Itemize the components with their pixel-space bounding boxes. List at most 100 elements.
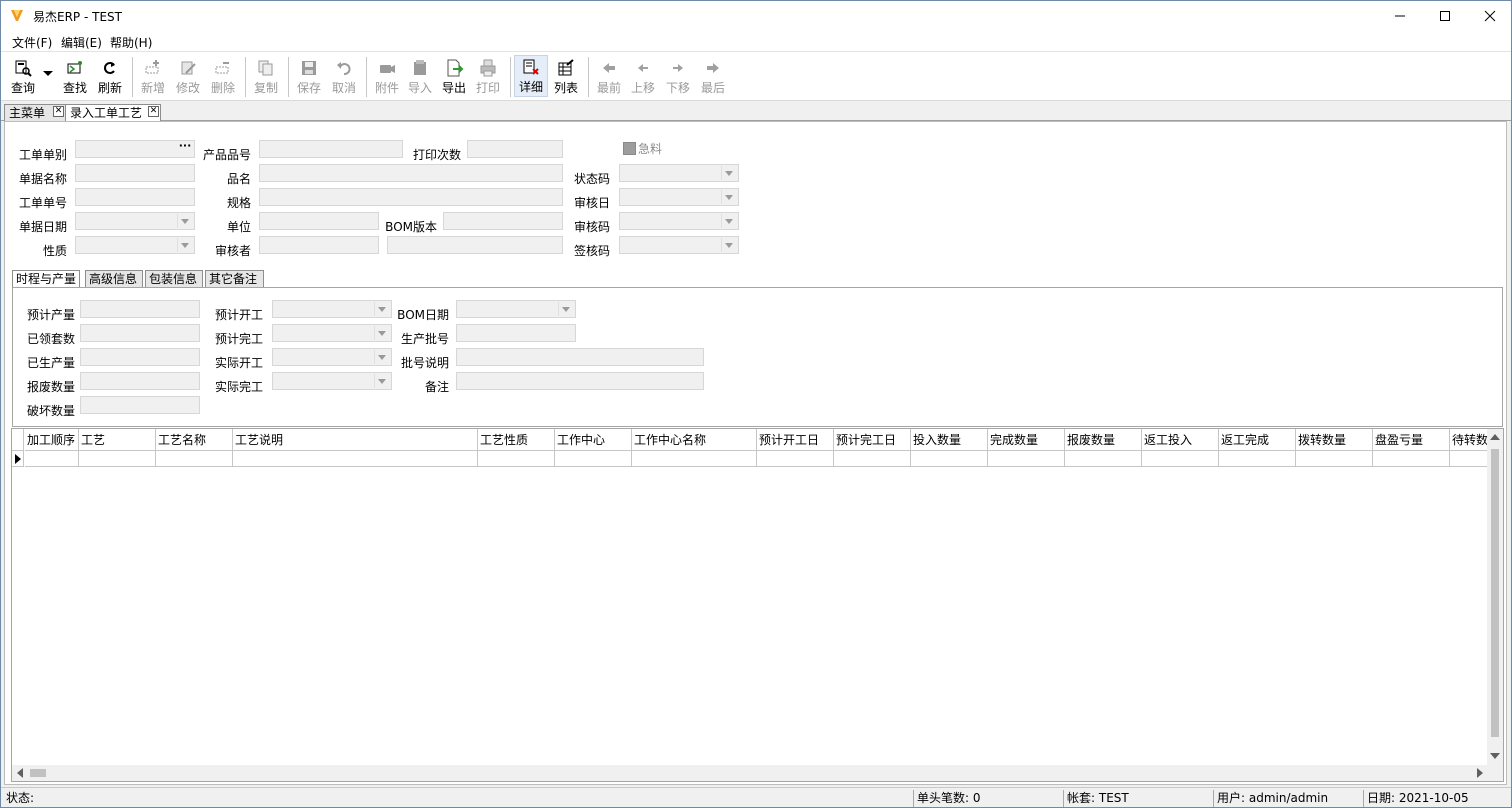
order-no-field[interactable] (75, 188, 195, 206)
vertical-scroll-thumb[interactable] (1491, 449, 1499, 737)
col-rework-in[interactable]: 返工投入 (1142, 429, 1219, 451)
nature-select[interactable] (75, 236, 195, 254)
product-name-field[interactable] (259, 164, 563, 182)
table-cell[interactable] (1065, 451, 1142, 467)
col-process[interactable]: 工艺 (79, 429, 156, 451)
delete-button[interactable]: 删除 (206, 57, 240, 99)
tab-entry[interactable]: 录入工单工艺 (65, 104, 161, 121)
table-cell[interactable] (988, 451, 1065, 467)
ellipsis-icon[interactable]: ··· (177, 140, 193, 156)
print-count-field[interactable] (467, 140, 563, 158)
table-cell[interactable] (1142, 451, 1219, 467)
copy-button[interactable]: 复制 (249, 57, 283, 99)
bom-date-select[interactable] (456, 300, 576, 318)
col-sequence[interactable]: 加工顺序 (25, 429, 79, 451)
col-work-center-name[interactable]: 工作中心名称 (632, 429, 757, 451)
last-record-button[interactable]: 最后 (696, 57, 730, 99)
print-button[interactable]: 打印 (471, 57, 505, 99)
col-planned-finish[interactable]: 预计完工日 (834, 429, 911, 451)
batch-desc-field[interactable] (456, 348, 704, 366)
col-scrap-qty[interactable]: 报废数量 (1065, 429, 1142, 451)
table-cell[interactable] (1373, 451, 1450, 467)
scroll-left-icon[interactable] (17, 768, 23, 778)
scroll-down-icon[interactable] (1490, 753, 1500, 759)
col-transfer-qty[interactable]: 拨转数量 (1296, 429, 1373, 451)
process-grid[interactable]: 加工顺序 工艺 工艺名称 工艺说明 工艺性质 工作中心 工作中心名称 预计开工日… (11, 428, 1504, 782)
close-tab-main-menu-icon[interactable]: ✕ (53, 106, 64, 117)
table-cell[interactable] (1219, 451, 1296, 467)
close-button[interactable] (1467, 1, 1512, 31)
menu-edit[interactable]: 编辑(E) (61, 34, 102, 51)
tab-packaging[interactable]: 包装信息 (145, 270, 203, 287)
batch-no-field[interactable] (456, 324, 576, 342)
query-dropdown-icon[interactable] (43, 71, 53, 76)
modify-button[interactable]: 修改 (171, 57, 205, 99)
cancel-button[interactable]: 取消 (327, 57, 361, 99)
col-process-name[interactable]: 工艺名称 (156, 429, 233, 451)
close-tab-entry-icon[interactable]: ✕ (148, 106, 159, 117)
col-input-qty[interactable]: 投入数量 (911, 429, 988, 451)
table-cell[interactable] (834, 451, 911, 467)
spec-field[interactable] (259, 188, 563, 206)
refresh-button[interactable]: 刷新 (93, 57, 127, 99)
unit-field[interactable] (259, 212, 379, 230)
first-record-button[interactable]: 最前 (592, 57, 626, 99)
remark-field[interactable] (456, 372, 704, 390)
table-cell[interactable] (632, 451, 757, 467)
auditor-id-field[interactable] (259, 236, 379, 254)
product-no-field[interactable] (259, 140, 403, 158)
doc-date-select[interactable] (75, 212, 195, 230)
audit-code-select[interactable] (619, 212, 739, 230)
auditor-name-field[interactable] (387, 236, 563, 254)
query-button[interactable]: 查询 (6, 57, 40, 99)
maximize-button[interactable] (1422, 1, 1468, 31)
col-process-desc[interactable]: 工艺说明 (233, 429, 478, 451)
tab-schedule[interactable]: 时程与产量 (12, 270, 80, 288)
add-button[interactable]: 新增 (136, 57, 170, 99)
order-type-field[interactable]: ··· (75, 140, 195, 158)
col-rework-done[interactable]: 返工完成 (1219, 429, 1296, 451)
audit-date-select[interactable] (619, 188, 739, 206)
col-done-qty[interactable]: 完成数量 (988, 429, 1065, 451)
table-cell[interactable] (233, 451, 478, 467)
horizontal-scrollbar[interactable] (12, 765, 1489, 781)
next-record-button[interactable]: 下移 (661, 57, 695, 99)
detail-button[interactable]: 详细 (514, 55, 548, 97)
doc-name-field[interactable] (75, 164, 195, 182)
damaged-qty-field[interactable] (80, 396, 200, 414)
table-cell[interactable] (25, 451, 79, 467)
save-button[interactable]: 保存 (292, 57, 326, 99)
vertical-scrollbar[interactable] (1487, 429, 1503, 765)
col-process-nature[interactable]: 工艺性质 (478, 429, 555, 451)
planned-start-select[interactable] (272, 300, 392, 318)
bom-version-field[interactable] (443, 212, 563, 230)
table-cell[interactable] (156, 451, 233, 467)
scrap-qty-field[interactable] (80, 372, 200, 390)
find-button[interactable]: 查找 (58, 57, 92, 99)
table-cell[interactable] (1296, 451, 1373, 467)
actual-start-select[interactable] (272, 348, 392, 366)
scroll-up-icon[interactable] (1490, 434, 1500, 440)
list-button[interactable]: 列表 (549, 57, 583, 99)
col-planned-start[interactable]: 预计开工日 (757, 429, 834, 451)
minimize-button[interactable] (1377, 1, 1423, 31)
export-button[interactable]: 导出 (437, 57, 471, 99)
horizontal-scroll-thumb[interactable] (30, 769, 46, 777)
status-code-select[interactable] (619, 164, 739, 182)
tab-advanced[interactable]: 高级信息 (85, 270, 143, 287)
attachment-button[interactable]: 附件 (370, 57, 404, 99)
table-cell[interactable] (79, 451, 156, 467)
scroll-right-icon[interactable] (1477, 768, 1483, 778)
menu-help[interactable]: 帮助(H) (110, 34, 152, 51)
table-cell[interactable] (757, 451, 834, 467)
col-work-center[interactable]: 工作中心 (555, 429, 632, 451)
col-inventory-diff[interactable]: 盘盈亏量 (1373, 429, 1450, 451)
produced-qty-field[interactable] (80, 348, 200, 366)
actual-finish-select[interactable] (272, 372, 392, 390)
tab-other-notes[interactable]: 其它备注 (205, 270, 264, 287)
col-pending-transfer[interactable]: 待转数 (1450, 429, 1490, 451)
planned-finish-select[interactable] (272, 324, 392, 342)
table-cell[interactable] (478, 451, 555, 467)
table-cell[interactable] (1450, 451, 1490, 467)
planned-qty-field[interactable] (80, 300, 200, 318)
